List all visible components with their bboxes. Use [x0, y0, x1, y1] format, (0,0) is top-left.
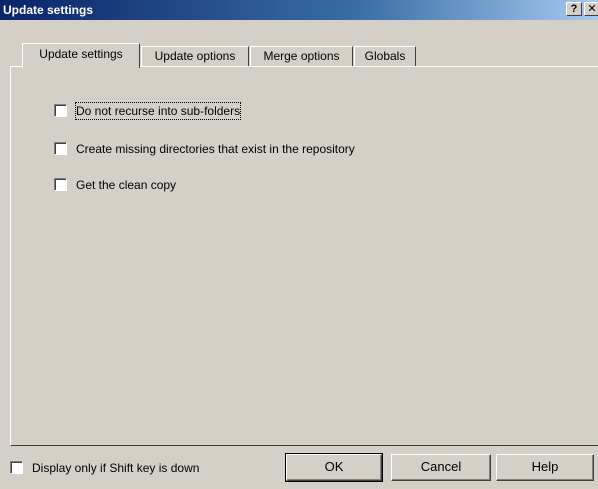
title-bar[interactable]: Update settings ? ✕	[0, 0, 598, 20]
shift-key-label: Display only if Shift key is down	[32, 461, 200, 475]
tab-update-options[interactable]: Update options	[141, 46, 249, 66]
tab-update-settings[interactable]: Update settings	[22, 43, 140, 68]
tab-merge-options[interactable]: Merge options	[250, 46, 353, 66]
checkbox-box[interactable]	[54, 104, 67, 117]
tab-globals[interactable]: Globals	[354, 46, 416, 66]
close-button[interactable]: ✕	[584, 2, 598, 16]
checkbox-box[interactable]	[54, 178, 67, 191]
question-icon: ?	[570, 3, 578, 15]
window-title: Update settings	[3, 3, 94, 17]
close-icon: ✕	[587, 3, 597, 15]
create-missing-dirs-label: Create missing directories that exist in…	[76, 142, 355, 156]
cancel-button[interactable]: Cancel	[391, 454, 491, 481]
tab-page-panel: Do not recurse into sub-folders Create m…	[10, 66, 598, 446]
help-button[interactable]: Help	[496, 454, 594, 481]
help-caption-button[interactable]: ?	[566, 2, 582, 16]
no-recurse-label: Do not recurse into sub-folders	[74, 102, 242, 120]
checkbox-box[interactable]	[54, 142, 67, 155]
clean-copy-label: Get the clean copy	[76, 178, 177, 192]
checkbox-box[interactable]	[10, 461, 23, 474]
ok-button[interactable]: OK	[285, 453, 383, 482]
